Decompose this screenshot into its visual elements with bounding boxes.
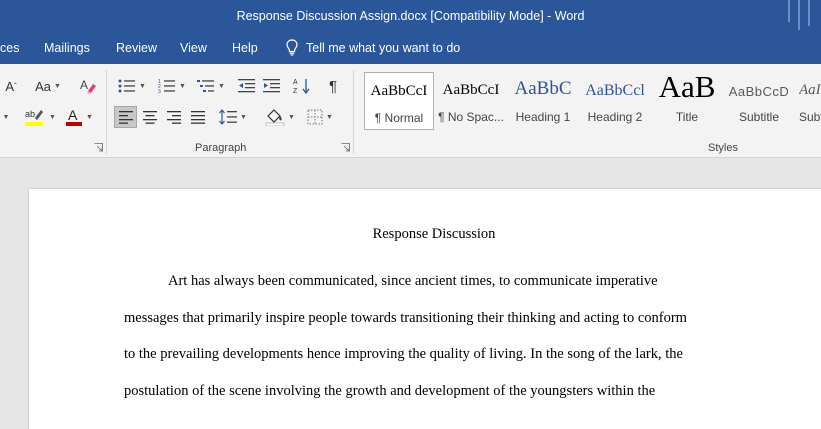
line-spacing-icon [219,109,238,125]
paragraph-group-label: Paragraph [195,142,247,154]
eraser-icon: A [80,78,96,94]
font-color-button[interactable]: A ▼ [62,106,96,128]
paragraph-line: to the prevailing developments hence imp… [124,346,683,362]
style-preview: AaBbCcI [442,82,500,98]
style-name: Heading 2 [587,110,643,124]
tab-help[interactable]: Help [232,41,258,55]
multilevel-list-button[interactable]: ▼ [193,75,229,97]
bullets-button[interactable]: ▼ [114,75,150,97]
document-area[interactable]: Response Discussion Art has always been … [0,158,821,429]
style-subtle-emphasis[interactable]: AaI Subt [796,72,821,130]
group-separator [353,70,354,154]
text-highlight-button[interactable]: ab ▼ [22,106,58,128]
style-preview: AaB [658,69,716,104]
ribbon: Aˆ Aa ▼ A ▼ ab ▼ A ▼ ▼ 1 2 3 ▼ ▼ A Z ¶ ▼… [0,64,821,158]
align-left-button[interactable] [114,106,137,128]
multilevel-list-icon [197,80,215,92]
tab-view[interactable]: View [180,41,207,55]
lightbulb-icon [286,39,298,56]
style-preview: AaBbC [514,78,572,99]
tab-mailings[interactable]: Mailings [44,41,90,55]
align-center-icon [143,110,157,124]
style-normal[interactable]: AaBbCcI ¶ Normal [364,72,434,130]
title-bar-decoration [788,0,810,30]
numbering-button[interactable]: 1 2 3 ▼ [154,75,190,97]
title-bar: Response Discussion Assign.docx [Compati… [0,0,821,34]
decrease-indent-button[interactable] [236,75,258,97]
style-heading-2[interactable]: AaBbCcl Heading 2 [580,72,650,130]
style-heading-1[interactable]: AaBbC Heading 1 [508,72,578,130]
style-name: Title [675,110,699,124]
styles-group-label: Styles [708,142,738,154]
svg-text:A: A [68,107,78,123]
style-preview: AaBbCcI [370,83,428,99]
style-preview: AaI [799,82,821,98]
svg-text:A: A [293,79,298,86]
style-preview: AaBbCcD [728,84,790,99]
font-dialog-launcher-icon[interactable] [94,143,103,152]
justify-icon [191,110,205,124]
style-preview: AaBbCcl [585,82,645,99]
window-title: Response Discussion Assign.docx [Compati… [236,9,585,23]
grow-font-button[interactable]: Aˆ [0,75,22,97]
paragraph-dialog-launcher-icon[interactable] [341,143,350,152]
grow-font-label: A [5,78,14,94]
style-no-spacing[interactable]: AaBbCcI ¶ No Spac... [436,72,506,130]
svg-text:3: 3 [158,89,161,94]
paragraph-line: Art has always been communicated, since … [168,273,658,289]
svg-text:Z: Z [293,88,298,95]
change-case-button[interactable]: Aa ▼ [32,75,64,97]
pilcrow-icon: ¶ [328,77,338,95]
change-case-label: Aa [35,78,51,94]
style-name: Subtitle [738,110,780,124]
document-title: Response Discussion [372,226,496,242]
style-title[interactable]: AaB Title [652,69,722,130]
style-subtitle[interactable]: AaBbCcD Subtitle [724,72,794,130]
increase-indent-button[interactable] [261,75,283,97]
align-left-icon [118,110,133,124]
font-color-icon: A [66,107,83,126]
sort-button[interactable]: A Z [291,75,313,97]
style-name: ¶ Normal [374,111,424,125]
align-right-button[interactable] [163,106,185,128]
svg-text:ab: ab [25,109,35,119]
tell-me-label: Tell me what you want to do [306,40,461,55]
font-dropdown-partial[interactable]: ▼ [0,106,12,128]
style-name: ¶ No Spac... [438,110,504,124]
increase-indent-icon [263,79,280,93]
borders-button[interactable]: ▼ [302,106,338,128]
highlighter-icon: ab [25,109,44,126]
decrease-indent-icon [238,79,255,93]
tab-review[interactable]: Review [116,41,157,55]
bullets-icon [118,79,136,93]
align-right-icon [167,110,181,124]
ribbon-tabs: ces Mailings Review View Help Tell me wh… [0,34,821,64]
sort-icon: A Z [293,79,310,95]
show-formatting-marks-button[interactable]: ¶ [322,75,344,97]
paint-bucket-icon [265,109,285,126]
numbering-icon: 1 2 3 [158,79,176,94]
svg-text:A: A [80,78,88,92]
document-page[interactable]: Response Discussion Art has always been … [29,189,821,429]
group-separator [106,70,107,154]
paragraph-line: messages that primarily inspire people t… [124,310,687,326]
borders-icon [307,109,323,125]
tab-references[interactable]: ces [0,41,19,55]
shading-button[interactable]: ▼ [262,106,298,128]
align-center-button[interactable] [139,106,161,128]
line-spacing-button[interactable]: ▼ [216,106,250,128]
clear-formatting-button[interactable]: A [77,75,99,97]
tell-me-search[interactable]: Tell me what you want to do [286,39,460,56]
style-name: Subt [799,110,821,124]
paragraph-line: postulation of the scene involving the g… [124,383,656,399]
justify-button[interactable] [187,106,209,128]
style-name: Heading 1 [515,110,571,124]
